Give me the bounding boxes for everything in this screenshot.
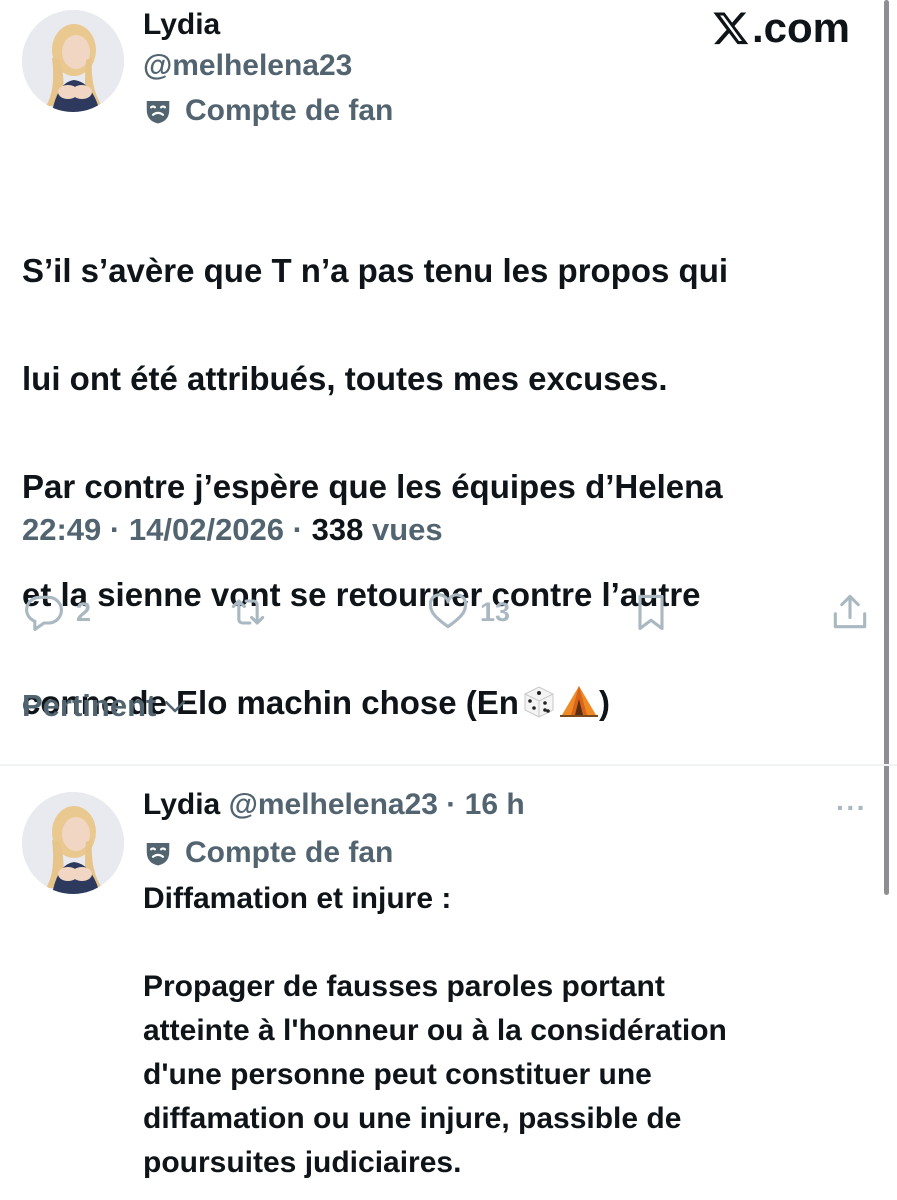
like-count: 13 [480,596,511,627]
author-handle[interactable]: @melhelena23 [143,49,352,83]
bookmark-button[interactable] [629,590,673,634]
reply-line: Propager de fausses paroles portant [143,970,665,1003]
retweet-icon [231,599,265,625]
divider [0,764,897,766]
chevron-down-icon [165,701,186,713]
badge-label: Compte de fan [185,836,394,869]
separator-dot: · [446,788,457,821]
fan-account-badge: Compte de fan [143,94,393,128]
x-logo: .com [712,4,850,52]
reply-line: diffamation ou une injure, passible de [143,1102,682,1135]
reply-author-name[interactable]: Lydia [143,788,220,821]
reply-line: atteinte à l'honneur ou à la considérati… [143,1014,727,1047]
avatar-image [22,792,124,894]
tweet-line: Par contre j’espère que les équipes d’He… [22,468,723,505]
more-options-icon[interactable]: ··· [836,792,867,824]
views-label: vues [371,512,443,547]
tweet-time[interactable]: 22:49 [22,512,101,547]
author-name[interactable]: Lydia [143,8,220,42]
x-brand-icon [713,12,749,45]
tweet-detail-screen: Lydia @melhelena23 Compte de fan .com S’… [0,0,897,1200]
dice-icon [524,686,554,718]
badge-label: Compte de fan [185,94,394,127]
like-button[interactable]: 13 [426,590,510,634]
share-icon [833,594,867,629]
share-button[interactable] [828,590,872,634]
tweet-line: lui ont été attribués, toutes mes excuse… [22,360,668,397]
reply-author-avatar[interactable] [22,792,124,894]
theater-mask-icon [146,101,170,124]
reply-fan-account-badge: Compte de fan [143,836,393,870]
reply-header: Lydia @melhelena23 · 16 h [143,788,525,822]
views-count: 338 [311,512,364,547]
scrollbar[interactable] [884,0,889,895]
reply-author-handle[interactable]: @melhelena23 [229,788,438,821]
tweet-date[interactable]: 14/02/2026 [129,512,284,547]
tweet-meta: 22:49 · 14/02/2026 · 338 vues [22,512,443,548]
tent-icon [559,686,598,718]
avatar-image [22,10,124,112]
reply-line: d'une personne peut constituer une [143,1058,652,1091]
reply-icon [25,595,63,631]
retweet-button[interactable] [226,590,280,634]
separator-dot: · [109,512,121,547]
sort-label: Pertinent [22,688,157,723]
reply-line: poursuites judiciaires. [143,1146,462,1179]
reply-button[interactable]: 2 [22,590,91,634]
tweet-line: S’il s’avère que T n’a pas tenu les prop… [22,252,729,289]
author-avatar[interactable] [22,10,124,112]
tweet-line-end: ) [598,684,610,721]
brand-domain: .com [752,4,851,51]
tweet-actions: 2 13 [0,590,897,640]
reply-paragraph: Diffamation et injure : [143,882,452,915]
replies-sort-dropdown[interactable]: Pertinent [22,688,190,724]
reply-count: 2 [76,596,92,627]
reply-age[interactable]: 16 h [465,788,525,821]
bookmark-icon [638,594,664,631]
separator-dot: · [292,512,303,547]
theater-mask-icon [146,843,170,866]
reply-text: Diffamation et injure : Propager de faus… [143,877,863,1185]
heart-icon [428,593,468,629]
